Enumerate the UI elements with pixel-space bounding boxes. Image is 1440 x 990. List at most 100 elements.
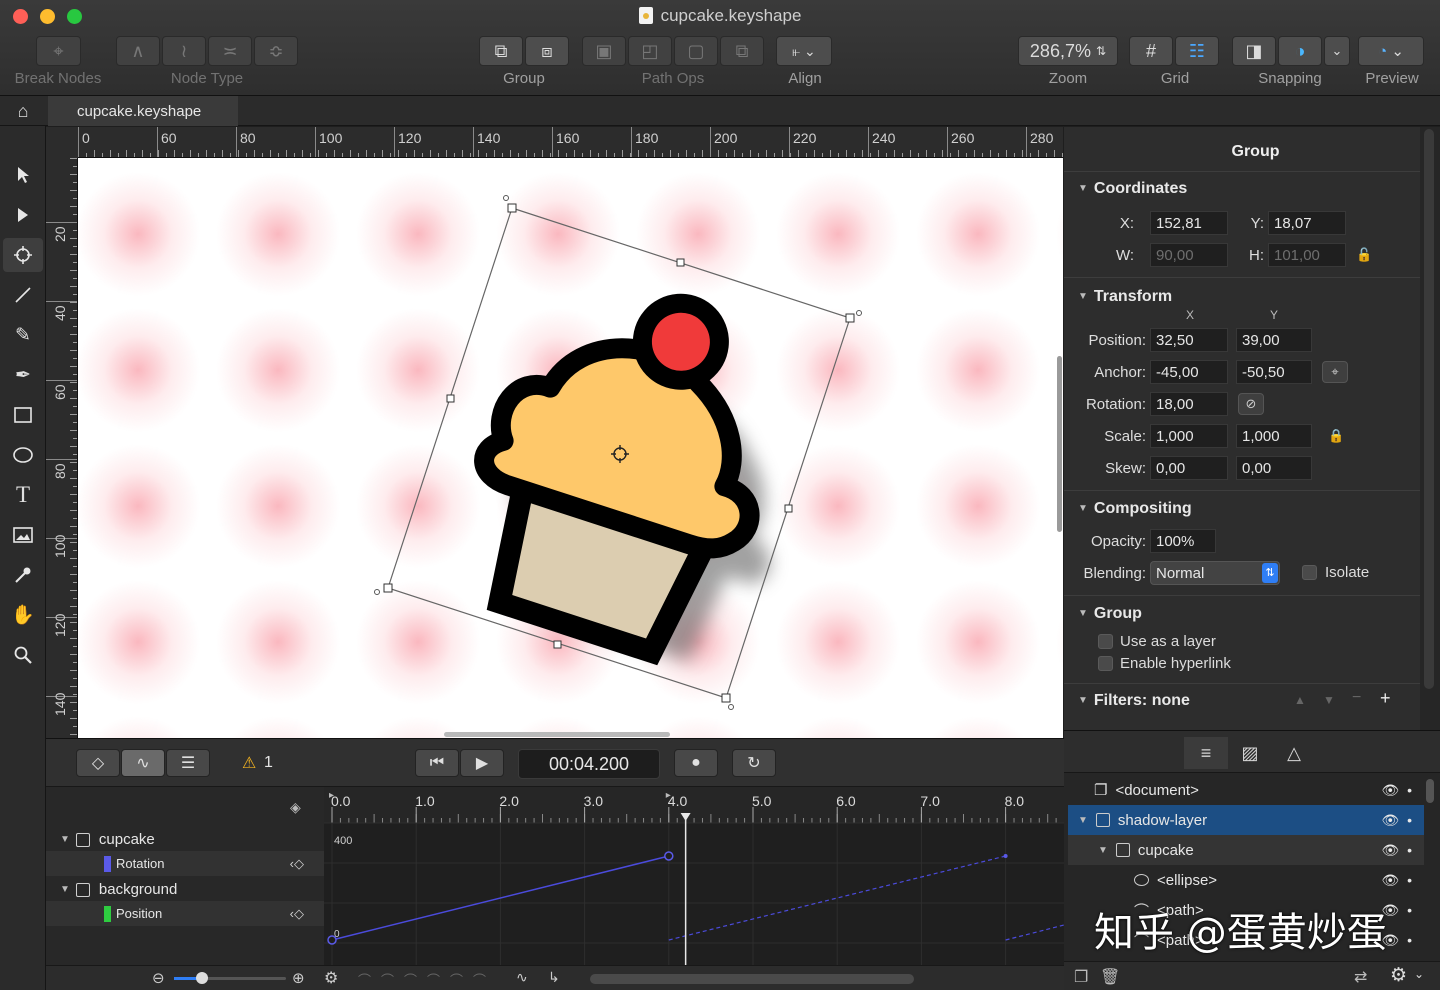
disclosure-triangle-icon[interactable]: ▼ bbox=[1098, 845, 1108, 856]
align-dropdown-button[interactable]: ⫦ ⌄ bbox=[776, 36, 832, 66]
pen-tool[interactable]: ✒ bbox=[3, 358, 43, 392]
anchor-tool[interactable] bbox=[3, 238, 43, 272]
keyframe-point[interactable] bbox=[664, 851, 674, 861]
gear-icon[interactable]: ⚙ bbox=[1390, 964, 1407, 987]
ungroup-button[interactable]: ⧈ bbox=[525, 36, 569, 66]
keyframe-point[interactable] bbox=[327, 935, 337, 945]
end-marker-icon[interactable]: ▸ bbox=[666, 790, 671, 801]
filter-remove-icon[interactable]: − bbox=[1352, 689, 1361, 707]
filter-move-up-icon[interactable]: ▲ bbox=[1294, 693, 1306, 707]
compositing-section-header[interactable]: Compositing bbox=[1078, 500, 1192, 518]
eye-icon[interactable]: 👁 bbox=[1381, 782, 1412, 799]
node-straight-button[interactable]: ∧ bbox=[116, 36, 160, 66]
timeline-track-row[interactable]: ▼ background bbox=[46, 877, 324, 902]
text-tool[interactable]: T bbox=[3, 478, 43, 512]
group-button[interactable]: ⧉ bbox=[479, 36, 523, 66]
drawing-canvas[interactable] bbox=[78, 158, 1063, 738]
canvas-vertical-scrollbar[interactable] bbox=[1057, 356, 1062, 532]
eye-icon[interactable]: 👁 bbox=[1381, 872, 1412, 889]
rotation-field[interactable]: 18,00 bbox=[1150, 392, 1228, 416]
layer-row[interactable]: ❐ <document> 👁 bbox=[1068, 775, 1424, 805]
swap-arrows-icon[interactable]: ⇄ bbox=[1354, 967, 1367, 987]
chevron-down-icon[interactable]: ⌄ bbox=[1414, 967, 1424, 981]
direct-select-tool[interactable] bbox=[3, 198, 43, 232]
break-nodes-button[interactable]: ⌖ bbox=[36, 36, 81, 66]
resize-handle-top-left[interactable] bbox=[507, 203, 517, 213]
resize-handle-left[interactable] bbox=[446, 394, 455, 403]
group-section-header[interactable]: Group bbox=[1078, 605, 1142, 623]
inspector-scrollbar[interactable] bbox=[1420, 127, 1440, 730]
resize-handle-top[interactable] bbox=[676, 258, 685, 267]
position-x-field[interactable]: 32,50 bbox=[1150, 328, 1228, 352]
unlock-aspect-icon[interactable]: 🔓 bbox=[1356, 247, 1372, 263]
keyframe-nav-icon[interactable]: ‹◇ bbox=[290, 856, 304, 872]
graph-view-button[interactable]: ∿ bbox=[121, 749, 165, 777]
eyedropper-tool[interactable] bbox=[3, 558, 43, 592]
skew-y-field[interactable]: 0,00 bbox=[1236, 456, 1312, 480]
snap-grid-button[interactable]: ◑ bbox=[1278, 36, 1322, 66]
resize-handle-top-right[interactable] bbox=[845, 313, 855, 323]
document-tab[interactable]: cupcake.keyshape bbox=[48, 96, 238, 126]
properties-view-button[interactable]: ☰ bbox=[166, 749, 210, 777]
layers-scrollbar[interactable] bbox=[1426, 779, 1434, 803]
anchor-reset-button[interactable]: ⌖ bbox=[1322, 361, 1348, 383]
rectangle-tool[interactable] bbox=[3, 398, 43, 432]
timeline-zoom-slider[interactable] bbox=[174, 972, 286, 984]
snapping-menu-button[interactable]: ⌄ bbox=[1324, 36, 1350, 66]
ellipse-tool[interactable] bbox=[3, 438, 43, 472]
node-asymmetric-button[interactable]: ≎ bbox=[254, 36, 298, 66]
scale-y-field[interactable]: 1,000 bbox=[1236, 424, 1312, 448]
rotate-handle-bottom-right[interactable] bbox=[728, 704, 734, 710]
pencil-tool[interactable]: ✎ bbox=[3, 318, 43, 352]
filters-section-header[interactable]: Filters: none bbox=[1078, 692, 1190, 710]
anchor-y-field[interactable]: -50,50 bbox=[1236, 360, 1312, 384]
eye-icon[interactable]: 👁 bbox=[1381, 812, 1412, 829]
filter-add-icon[interactable]: + bbox=[1380, 688, 1391, 709]
opacity-field[interactable]: 100% bbox=[1150, 529, 1216, 553]
keyframe-nav-icon[interactable]: ‹◇ bbox=[290, 906, 304, 922]
skew-x-field[interactable]: 0,00 bbox=[1150, 456, 1228, 480]
coord-w-field[interactable]: 90,00 bbox=[1150, 243, 1228, 267]
rotate-handle-top-right[interactable] bbox=[856, 310, 862, 316]
node-disconnected-button[interactable]: ≍ bbox=[208, 36, 252, 66]
go-to-start-button[interactable]: ⏮ bbox=[415, 749, 459, 777]
transform-section-header[interactable]: Transform bbox=[1078, 288, 1172, 306]
lock-scale-icon[interactable]: 🔒 bbox=[1328, 428, 1344, 444]
snap-keyframes-icon[interactable]: ↳ bbox=[548, 969, 560, 986]
start-marker-icon[interactable]: ▸ bbox=[329, 790, 334, 801]
snap-objects-button[interactable]: ◨ bbox=[1232, 36, 1276, 66]
warning-icon[interactable]: ⚠ bbox=[242, 753, 256, 773]
layer-row[interactable]: ▼ shadow-layer 👁 bbox=[1068, 805, 1424, 835]
keyframe-view-button[interactable]: ◇ bbox=[76, 749, 120, 777]
blending-select[interactable]: Normal bbox=[1150, 561, 1280, 585]
coord-y-field[interactable]: 18,07 bbox=[1268, 211, 1346, 235]
position-y-field[interactable]: 39,00 bbox=[1236, 328, 1312, 352]
anchor-x-field[interactable]: -45,00 bbox=[1150, 360, 1228, 384]
disclosure-triangle-icon[interactable]: ▼ bbox=[1078, 815, 1088, 826]
loop-button[interactable]: ↻ bbox=[732, 749, 776, 777]
timeline-track-row[interactable]: Rotation ‹◇ bbox=[46, 851, 324, 876]
timeline-track-row[interactable]: ▼ cupcake bbox=[46, 827, 324, 852]
rotate-handle-bottom-left[interactable] bbox=[374, 589, 380, 595]
timeline-track-row[interactable]: Position ‹◇ bbox=[46, 901, 324, 926]
new-layer-icon[interactable]: ❐ bbox=[1074, 967, 1088, 987]
line-tool[interactable] bbox=[3, 278, 43, 312]
resize-handle-bottom-left[interactable] bbox=[383, 583, 393, 593]
resize-handle-right[interactable] bbox=[784, 504, 793, 513]
disclosure-triangle-icon[interactable]: ▼ bbox=[60, 884, 70, 895]
add-keyframe-icon[interactable]: ◈ bbox=[290, 799, 301, 816]
play-button[interactable]: ▶ bbox=[460, 749, 504, 777]
isolate-checkbox[interactable] bbox=[1302, 565, 1317, 580]
path-exclude-button[interactable]: ⧉ bbox=[720, 36, 764, 66]
rotate-handle-top-left[interactable] bbox=[503, 195, 509, 201]
timeline-horizontal-scrollbar[interactable] bbox=[590, 974, 914, 984]
path-union-button[interactable]: ▣ bbox=[582, 36, 626, 66]
filter-move-down-icon[interactable]: ▼ bbox=[1323, 693, 1335, 707]
gear-icon[interactable]: ⚙ bbox=[324, 968, 338, 988]
node-mirrored-button[interactable]: ≀ bbox=[162, 36, 206, 66]
timeline-zoom-knob[interactable] bbox=[196, 972, 208, 984]
coordinates-section-header[interactable]: Coordinates bbox=[1078, 180, 1187, 198]
resize-handle-bottom[interactable] bbox=[553, 640, 562, 649]
canvas-horizontal-scrollbar[interactable] bbox=[444, 732, 670, 737]
timeline-graph[interactable]: 0.0 1.0 2.0 3.0 4.0 5.0 6.0 7.0 8.0 400 0 ▸ ▸ bbox=[324, 787, 1064, 965]
